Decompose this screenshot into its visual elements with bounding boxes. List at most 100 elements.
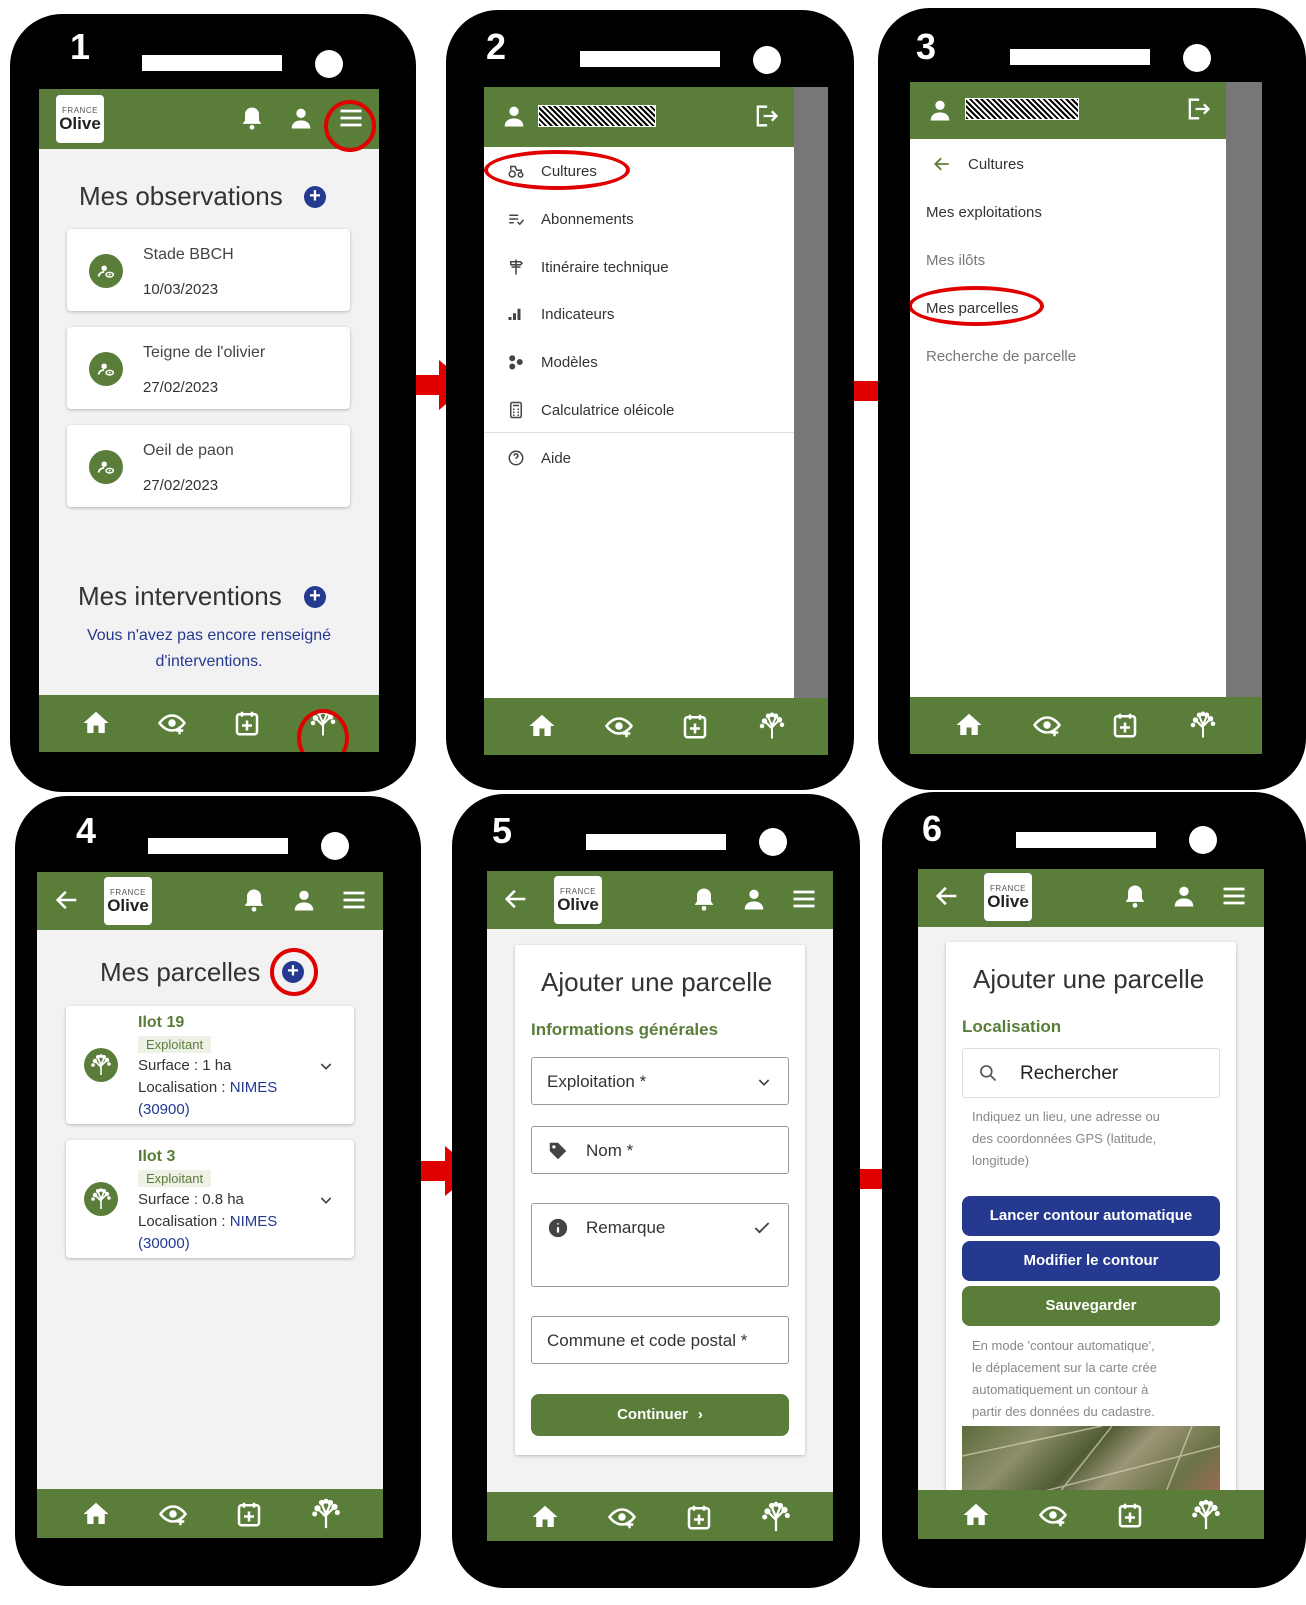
menu-item-exploitations[interactable]: Mes exploitations bbox=[926, 204, 1042, 221]
user-icon[interactable] bbox=[740, 885, 768, 913]
remarque-textarea[interactable]: Remarque bbox=[531, 1203, 789, 1287]
menu-item-indicateurs[interactable]: Indicateurs bbox=[541, 306, 614, 323]
home-icon[interactable] bbox=[961, 1500, 991, 1530]
bell-icon[interactable] bbox=[238, 104, 266, 132]
page-title: Mes observations bbox=[79, 181, 283, 211]
observer-icon bbox=[95, 456, 117, 478]
chevron-down-icon[interactable] bbox=[318, 1192, 334, 1208]
bottom-nav bbox=[37, 1489, 383, 1538]
observation-card[interactable]: Teigne de l'olivier 27/02/2023 bbox=[67, 327, 350, 409]
bar-chart-icon bbox=[508, 308, 521, 320]
step-number-1: 1 bbox=[70, 26, 91, 67]
parcel-avatar bbox=[84, 1048, 118, 1082]
observation-card[interactable]: Oeil de paon 27/02/2023 bbox=[67, 425, 350, 507]
phone-frame-5: FRANCE Olive Ajouter une parcelle Informa… bbox=[452, 794, 860, 1588]
logout-icon[interactable] bbox=[752, 102, 780, 130]
commune-input[interactable]: Commune et code postal * bbox=[531, 1316, 789, 1364]
back-arrow-icon[interactable] bbox=[502, 885, 530, 913]
observer-icon bbox=[95, 260, 117, 282]
chevron-down-icon[interactable] bbox=[318, 1058, 334, 1074]
auto-contour-button[interactable]: Lancer contour automatique bbox=[962, 1196, 1220, 1236]
menu-item-recherche[interactable]: Recherche de parcelle bbox=[926, 348, 1076, 365]
continue-button[interactable]: Continuer › bbox=[531, 1394, 789, 1436]
tag-icon bbox=[549, 1142, 567, 1160]
menu-item-abonnements[interactable]: Abonnements bbox=[541, 211, 634, 228]
france-olive-logo[interactable]: FRANCE Olive bbox=[554, 876, 602, 924]
drawer-overlay[interactable] bbox=[1226, 82, 1262, 697]
calendar-icon[interactable] bbox=[680, 711, 710, 741]
menu-icon[interactable] bbox=[1220, 882, 1248, 910]
parcel-surface: Surface : 0.8 ha bbox=[138, 1191, 244, 1208]
olive-tree-icon[interactable] bbox=[1189, 1498, 1223, 1532]
observation-avatar bbox=[89, 450, 123, 484]
calendar-icon[interactable] bbox=[684, 1502, 714, 1532]
menu-icon[interactable] bbox=[340, 886, 368, 914]
user-icon[interactable] bbox=[926, 96, 954, 124]
france-olive-logo[interactable]: FRANCE Olive bbox=[984, 873, 1032, 921]
menu-item-itineraire[interactable]: Itinéraire technique bbox=[541, 259, 669, 276]
back-arrow-icon[interactable] bbox=[932, 154, 952, 174]
menu-item-modeles[interactable]: Modèles bbox=[541, 354, 598, 371]
phone-camera bbox=[321, 832, 349, 860]
home-icon[interactable] bbox=[81, 708, 111, 738]
search-input[interactable]: Rechercher bbox=[962, 1048, 1220, 1098]
phone-frame-2: Cultures Abonnements Itinéraire techniqu… bbox=[446, 10, 854, 790]
nom-label: Nom * bbox=[586, 1141, 634, 1160]
logout-icon[interactable] bbox=[1184, 95, 1212, 123]
parcel-postal-code: (30000) bbox=[138, 1235, 190, 1252]
add-intervention-button[interactable]: + bbox=[304, 586, 326, 608]
parcel-card[interactable]: Ilot 19 Exploitant Surface : 1 ha Locali… bbox=[66, 1006, 354, 1124]
home-icon[interactable] bbox=[530, 1502, 560, 1532]
add-observation-icon[interactable] bbox=[157, 708, 187, 738]
home-icon[interactable] bbox=[81, 1499, 111, 1529]
olive-tree-icon[interactable] bbox=[757, 711, 787, 741]
screen-3: Cultures Mes exploitations Mes ilôts Mes… bbox=[910, 82, 1262, 754]
add-observation-icon[interactable] bbox=[1038, 1500, 1068, 1530]
exploitation-select[interactable]: Exploitation * bbox=[531, 1057, 789, 1105]
olive-tree-icon[interactable] bbox=[759, 1500, 793, 1534]
calendar-icon[interactable] bbox=[234, 1499, 264, 1529]
back-arrow-icon[interactable] bbox=[53, 886, 81, 914]
chevron-right-icon: › bbox=[697, 1406, 703, 1423]
france-olive-logo[interactable]: FRANCE Olive bbox=[104, 877, 152, 925]
phone-camera bbox=[1189, 826, 1217, 854]
screen-5: FRANCE Olive Ajouter une parcelle Informa… bbox=[487, 871, 833, 1541]
add-observation-icon[interactable] bbox=[158, 1499, 188, 1529]
drawer-overlay[interactable] bbox=[794, 87, 828, 698]
nom-input[interactable]: Nom * bbox=[531, 1126, 789, 1174]
menu-item-aide[interactable]: Aide bbox=[541, 450, 571, 467]
bell-icon[interactable] bbox=[1121, 882, 1149, 910]
back-to-cultures[interactable]: Cultures bbox=[968, 156, 1024, 173]
add-observation-icon[interactable] bbox=[1032, 710, 1062, 740]
back-arrow-icon[interactable] bbox=[933, 882, 961, 910]
calendar-icon[interactable] bbox=[1110, 710, 1140, 740]
olive-tree-icon[interactable] bbox=[309, 1497, 343, 1531]
modify-contour-button[interactable]: Modifier le contour bbox=[962, 1241, 1220, 1281]
bell-icon[interactable] bbox=[690, 885, 718, 913]
user-icon[interactable] bbox=[1170, 882, 1198, 910]
user-icon[interactable] bbox=[500, 102, 528, 130]
parcel-card[interactable]: Ilot 3 Exploitant Surface : 0.8 ha Local… bbox=[66, 1140, 354, 1258]
menu-item-calculatrice[interactable]: Calculatrice oléicole bbox=[541, 402, 674, 419]
calendar-icon[interactable] bbox=[232, 708, 262, 738]
parcel-surface: Surface : 1 ha bbox=[138, 1057, 232, 1074]
menu-icon[interactable] bbox=[790, 885, 818, 913]
add-observation-icon[interactable] bbox=[607, 1502, 637, 1532]
save-button[interactable]: Sauvegarder bbox=[962, 1286, 1220, 1326]
france-olive-logo[interactable]: FRANCE Olive bbox=[56, 95, 104, 143]
home-icon[interactable] bbox=[527, 711, 557, 741]
menu-item-ilots[interactable]: Mes ilôts bbox=[926, 252, 985, 269]
olive-tree-icon[interactable] bbox=[1188, 710, 1218, 740]
bell-icon[interactable] bbox=[240, 886, 268, 914]
calendar-icon[interactable] bbox=[1115, 1500, 1145, 1530]
home-icon[interactable] bbox=[954, 710, 984, 740]
observation-avatar bbox=[89, 254, 123, 288]
phone-camera bbox=[315, 50, 343, 78]
add-observation-button[interactable]: + bbox=[304, 186, 326, 208]
user-icon[interactable] bbox=[287, 104, 315, 132]
bottom-nav bbox=[487, 1492, 833, 1541]
observation-name: Stade BBCH bbox=[143, 246, 234, 263]
user-icon[interactable] bbox=[290, 886, 318, 914]
add-observation-icon[interactable] bbox=[604, 711, 634, 741]
observation-card[interactable]: Stade BBCH 10/03/2023 bbox=[67, 229, 350, 311]
